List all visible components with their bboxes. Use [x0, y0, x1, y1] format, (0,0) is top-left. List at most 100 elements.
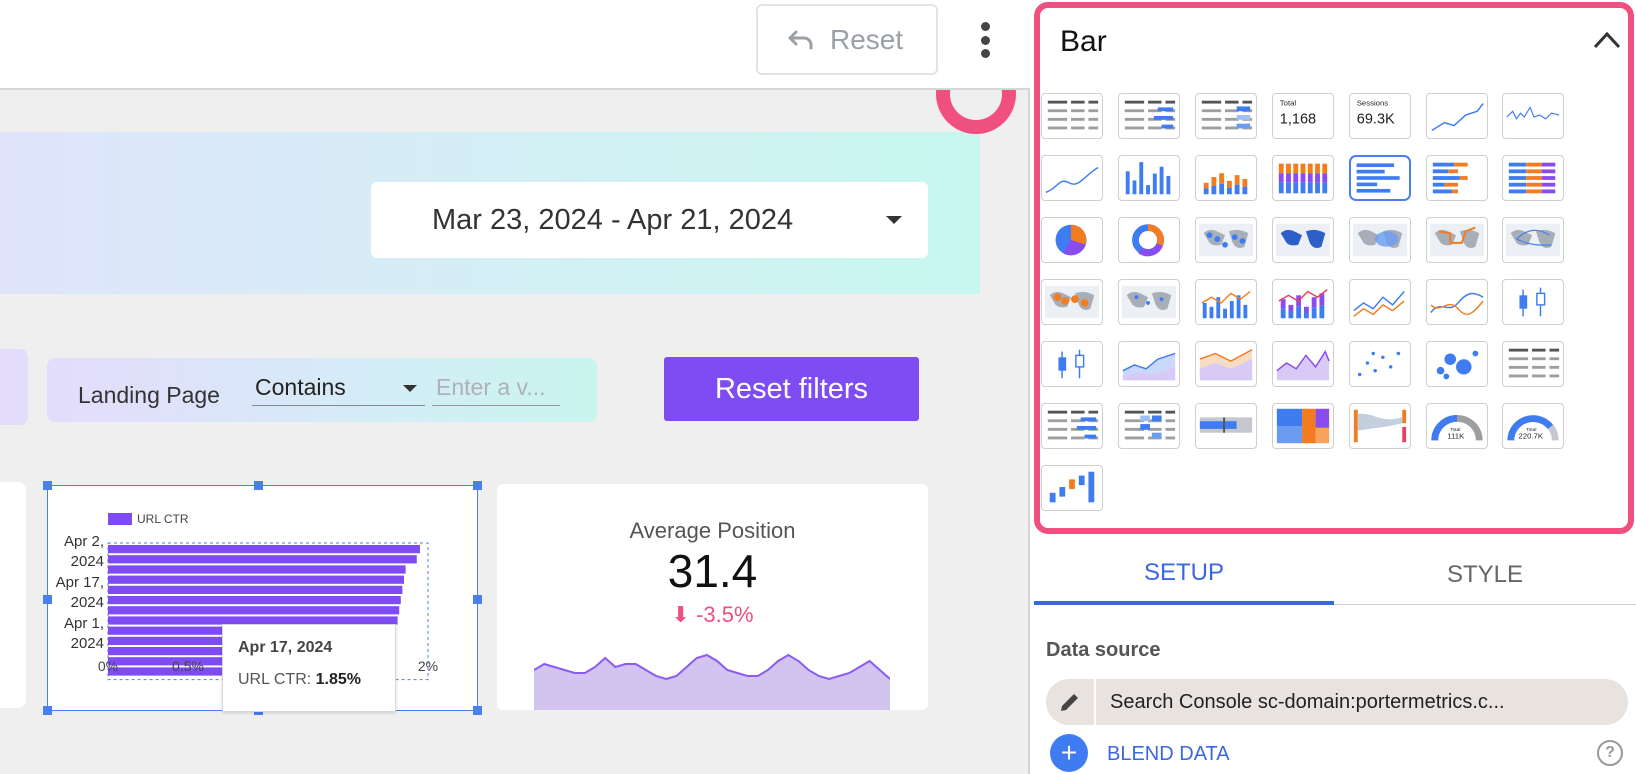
avg-position-value: 31.4: [667, 545, 758, 597]
column-chart-icon[interactable]: [1118, 155, 1180, 201]
waterfall-icon[interactable]: [1041, 465, 1103, 511]
svg-text:Sessions: Sessions: [1357, 99, 1389, 108]
chevron-down-icon: [886, 216, 902, 224]
blend-data-button[interactable]: BLEND DATA: [1107, 743, 1230, 766]
100-area-icon[interactable]: [1272, 341, 1334, 387]
chevron-down-icon: [403, 385, 417, 392]
bar[interactable]: [108, 596, 401, 605]
table-heatmap-icon[interactable]: [1195, 93, 1257, 139]
sparkline-area: [534, 655, 890, 710]
filter-label: Landing Page: [78, 382, 220, 408]
smooth-line-icon[interactable]: [1426, 279, 1488, 325]
pivot-heatmap-icon[interactable]: [1118, 403, 1180, 449]
stacked-column-icon[interactable]: [1195, 155, 1257, 201]
reset-button-label: Reset: [830, 23, 904, 55]
y-tick-label: 2024: [71, 635, 104, 652]
line-chart-icon[interactable]: [1349, 279, 1411, 325]
scorecard-sessions-icon[interactable]: Sessions 69.3K: [1349, 93, 1411, 139]
bar[interactable]: [108, 565, 406, 574]
bar-chart-card[interactable]: URL CTR Apr 2, 2024 Apr 17, 2024 Apr 1, 2024 0%…: [43, 481, 482, 715]
combo-chart-icon[interactable]: [1195, 279, 1257, 325]
filter-value-input[interactable]: Enter a v...: [432, 374, 560, 406]
bar[interactable]: [108, 575, 404, 584]
gauge-2-icon[interactable]: Total 220.7K: [1502, 403, 1564, 449]
tooltip-metric: URL CTR: 1.85%: [238, 671, 395, 689]
geo-filled-map-icon[interactable]: [1272, 217, 1334, 263]
filter-control-partial[interactable]: [0, 349, 28, 425]
data-source-field[interactable]: Search Console sc-domain:portermetrics.c…: [1046, 679, 1628, 725]
line-map-icon[interactable]: [1426, 217, 1488, 263]
bar-chart-icon[interactable]: [1349, 155, 1411, 201]
avg-position-title: Average Position: [629, 518, 796, 543]
heatmap-map-icon[interactable]: [1349, 217, 1411, 263]
tooltip-metric-label: URL CTR:: [238, 671, 316, 688]
report-canvas: Mar 23, 2024 - Apr 21, 2024 Landing Page…: [0, 90, 1030, 774]
reset-filters-button[interactable]: Reset filters: [664, 357, 919, 421]
undo-icon: [788, 30, 813, 49]
100-stacked-bar-icon[interactable]: [1502, 155, 1564, 201]
bar[interactable]: [108, 555, 417, 564]
svg-text:69.3K: 69.3K: [1357, 112, 1395, 128]
legend-label: URL CTR: [137, 512, 189, 526]
stacked-area-icon[interactable]: [1195, 341, 1257, 387]
gauge-icon[interactable]: Total 111K: [1426, 403, 1488, 449]
more-options-icon[interactable]: [970, 18, 1000, 62]
combo-map-icon[interactable]: [1041, 279, 1103, 325]
svg-text:111K: 111K: [1447, 431, 1465, 440]
scorecard-total-icon[interactable]: Total 1,168: [1272, 93, 1334, 139]
chart-type-picker: Bar Total 1,168 Sessions 69.3K Total 111K Tota…: [1034, 2, 1634, 534]
sankey-icon[interactable]: [1349, 403, 1411, 449]
y-tick-label: Apr 1,: [64, 615, 104, 632]
chart-tooltip: Apr 17, 2024 URL CTR: 1.85%: [222, 624, 396, 712]
sparkline-icon[interactable]: [1502, 93, 1564, 139]
pivot-table-icon[interactable]: [1502, 341, 1564, 387]
bubble-icon[interactable]: [1426, 341, 1488, 387]
bullet-chart-icon[interactable]: [1195, 403, 1257, 449]
help-icon[interactable]: ?: [1597, 740, 1623, 766]
data-source-label: Data source: [1046, 639, 1161, 661]
date-range-value: Mar 23, 2024 - Apr 21, 2024: [432, 203, 794, 236]
table-bars-icon[interactable]: [1118, 93, 1180, 139]
svg-text:220.7K: 220.7K: [1518, 431, 1543, 440]
properties-panel: Bar Total 1,168 Sessions 69.3K Total 111K Tota…: [1032, 0, 1636, 774]
pencil-icon[interactable]: [1046, 679, 1096, 725]
y-tick-label: 2024: [71, 553, 104, 570]
bar[interactable]: [108, 585, 403, 594]
landing-page-filter: Landing Page Contains Enter a v...: [47, 358, 597, 422]
reset-button[interactable]: Reset: [756, 4, 938, 75]
bar[interactable]: [108, 545, 420, 554]
connection-map-icon[interactable]: [1502, 217, 1564, 263]
date-range-picker[interactable]: Mar 23, 2024 - Apr 21, 2024: [371, 182, 928, 258]
smoothed-time-series-icon[interactable]: [1041, 155, 1103, 201]
area-chart-icon[interactable]: [1118, 341, 1180, 387]
google-maps-icon[interactable]: [1118, 279, 1180, 325]
chevron-up-icon[interactable]: [1592, 28, 1622, 52]
add-icon[interactable]: +: [1050, 734, 1088, 772]
y-tick-label: 2024: [71, 594, 104, 611]
pivot-bars-icon[interactable]: [1041, 403, 1103, 449]
legend-swatch: [108, 513, 132, 525]
tab-style[interactable]: STYLE: [1334, 545, 1636, 605]
time-series-icon[interactable]: [1426, 93, 1488, 139]
donut-chart-icon[interactable]: [1118, 217, 1180, 263]
stacked-bar-icon[interactable]: [1426, 155, 1488, 201]
picker-title: Bar: [1060, 25, 1107, 58]
treemap-icon[interactable]: [1272, 403, 1334, 449]
stacked-combo-icon[interactable]: [1272, 279, 1334, 325]
svg-text:1,168: 1,168: [1280, 112, 1316, 128]
bar[interactable]: [108, 606, 400, 615]
x-tick-label: 2%: [418, 658, 438, 674]
100-stacked-column-icon[interactable]: [1272, 155, 1334, 201]
filter-operator-value: Contains: [255, 374, 346, 400]
tooltip-metric-value: 1.85%: [315, 671, 362, 688]
tab-setup[interactable]: SETUP: [1034, 545, 1334, 605]
ohlc-icon[interactable]: [1041, 341, 1103, 387]
filter-operator-select[interactable]: Contains: [252, 374, 425, 406]
scatter-icon[interactable]: [1349, 341, 1411, 387]
candlestick-icon[interactable]: [1502, 279, 1564, 325]
table-icon[interactable]: [1041, 93, 1103, 139]
geo-bubble-map-icon[interactable]: [1195, 217, 1257, 263]
scorecard-partial[interactable]: [0, 482, 26, 708]
pie-chart-icon[interactable]: [1041, 217, 1103, 263]
average-position-card[interactable]: Average Position 31.4 ⬇ -3.5%: [497, 484, 928, 710]
